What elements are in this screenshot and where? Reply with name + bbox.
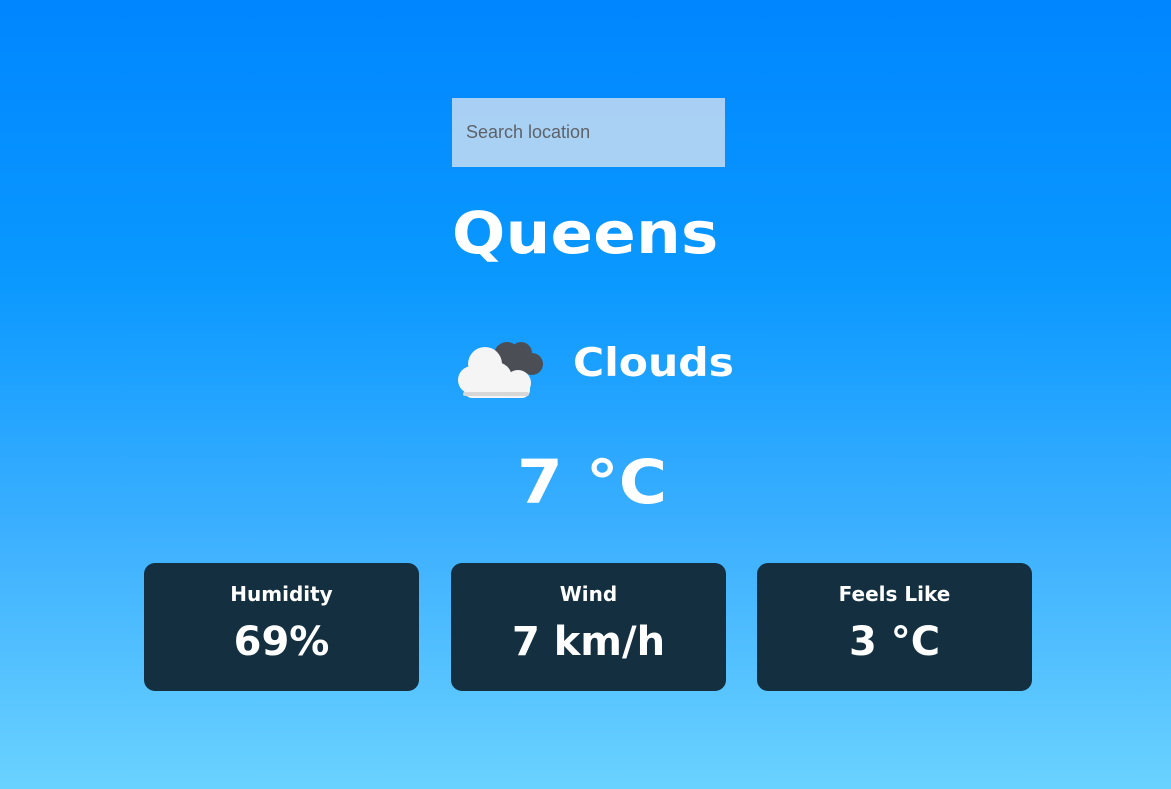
wind-label: Wind (559, 582, 618, 606)
feels-like-label: Feels Like (838, 582, 951, 606)
weather-condition: Clouds (573, 341, 734, 386)
wind-value: 7 km/h (511, 619, 666, 665)
weather-condition-row: Clouds (452, 330, 752, 400)
clouds-icon (458, 342, 543, 398)
city-name: Queens (452, 199, 719, 267)
current-temperature: 7 °C (517, 447, 668, 518)
search-input[interactable] (452, 98, 725, 167)
feels-like-value: 3 °C (848, 619, 941, 665)
humidity-card: Humidity 69% (144, 563, 419, 691)
feels-like-card: Feels Like 3 °C (757, 563, 1032, 691)
weather-app: Queens Clouds 7 °C Humidity 69% Wind (0, 0, 1171, 789)
humidity-value: 69% (233, 619, 330, 665)
search-container (452, 98, 725, 167)
humidity-label: Humidity (230, 582, 333, 606)
wind-card: Wind 7 km/h (451, 563, 726, 691)
